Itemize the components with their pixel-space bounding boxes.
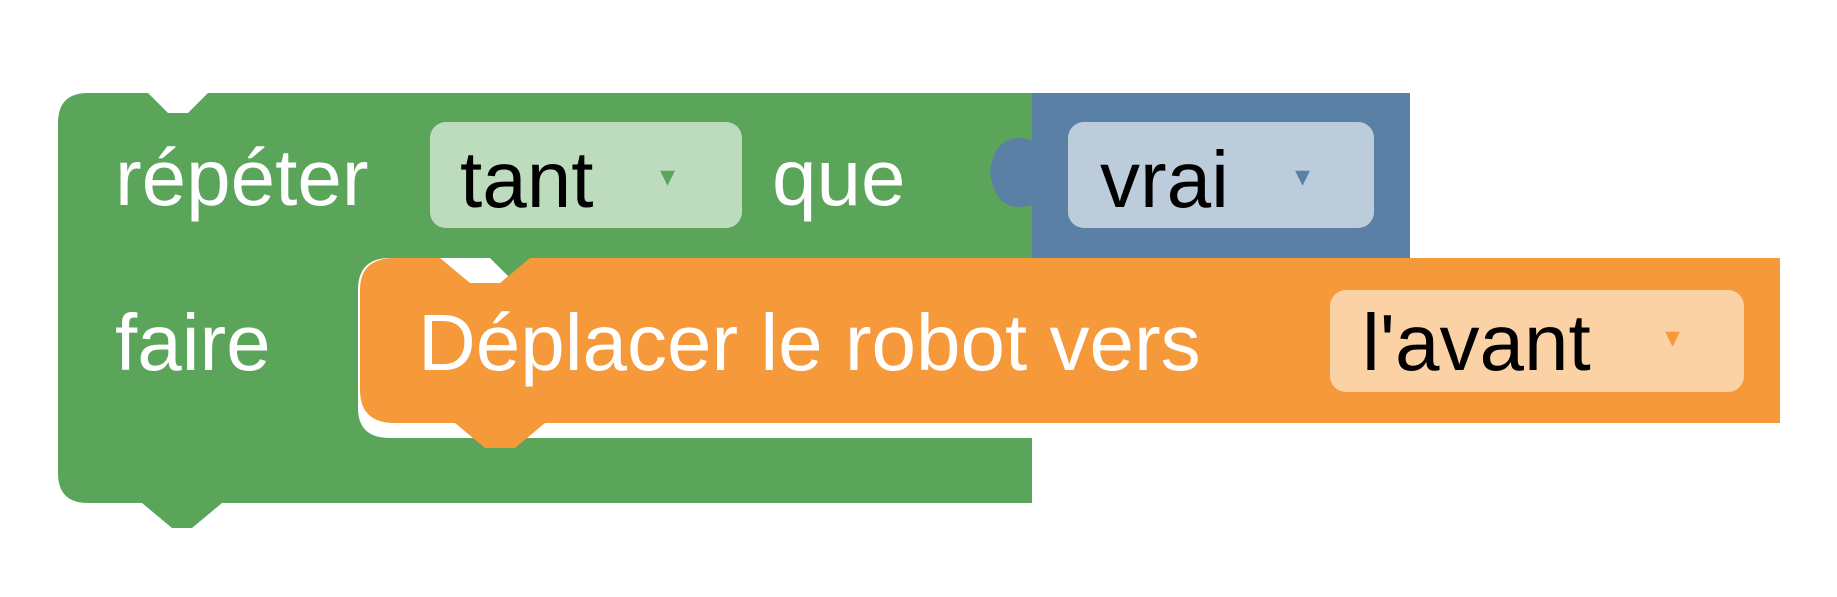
blockly-workspace: répéter tant ▾ que vrai ▾ faire Déplacer… xyxy=(0,0,1837,597)
boolean-dropdown-value[interactable]: vrai xyxy=(1100,140,1229,220)
do-label: faire xyxy=(115,298,271,387)
move-robot-label: Déplacer le robot vers xyxy=(418,298,1201,387)
chevron-down-icon[interactable]: ▾ xyxy=(1295,162,1310,192)
condition-label: que xyxy=(772,133,906,222)
repeat-label: répéter xyxy=(115,133,369,222)
chevron-down-icon[interactable]: ▾ xyxy=(660,162,675,192)
direction-dropdown-value[interactable]: l'avant xyxy=(1362,303,1591,383)
chevron-down-icon[interactable]: ▾ xyxy=(1665,323,1680,353)
mode-dropdown-value[interactable]: tant xyxy=(460,140,593,220)
